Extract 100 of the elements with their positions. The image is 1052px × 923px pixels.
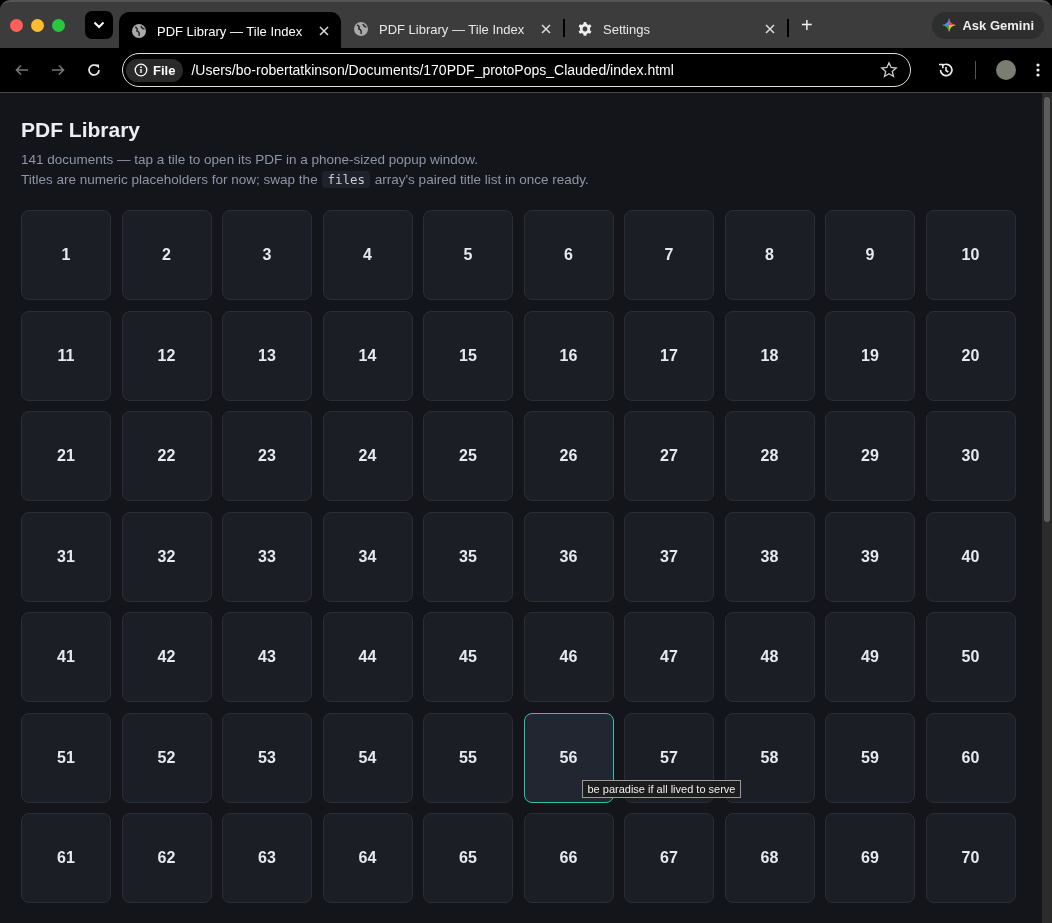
- document-tile[interactable]: 13: [222, 310, 312, 401]
- document-tile[interactable]: 1: [21, 210, 111, 300]
- bookmark-star-icon[interactable]: [880, 61, 898, 79]
- document-tile[interactable]: 47: [624, 612, 714, 702]
- document-tile[interactable]: 19: [825, 310, 915, 401]
- document-tile[interactable]: 27: [624, 411, 714, 501]
- document-tile[interactable]: 11: [21, 310, 111, 401]
- document-tile[interactable]: 69: [825, 813, 915, 903]
- scrollbar[interactable]: [1042, 93, 1052, 923]
- note-text: Titles are numeric placeholders for now; swap the files array's paired title list in once ready.: [21, 170, 590, 190]
- document-tile[interactable]: 34: [322, 511, 413, 602]
- document-tile[interactable]: 65: [423, 813, 513, 903]
- document-tile[interactable]: 30: [925, 411, 1016, 501]
- document-tile[interactable]: 68: [724, 813, 815, 903]
- document-tile[interactable]: 3: [222, 210, 312, 300]
- document-tile[interactable]: 22: [121, 411, 212, 501]
- ask-gemini-button[interactable]: Ask Gemini: [932, 11, 1044, 39]
- document-tile[interactable]: 62: [121, 813, 212, 903]
- document-tile[interactable]: 2: [121, 210, 212, 300]
- document-tile[interactable]: 49: [825, 612, 915, 702]
- document-tile[interactable]: 8: [724, 210, 815, 300]
- document-tile[interactable]: 63: [222, 813, 312, 903]
- gear-icon: [577, 21, 593, 37]
- document-tile[interactable]: 32: [121, 511, 212, 602]
- page-title: PDF Library: [21, 118, 142, 142]
- document-tile[interactable]: 28: [724, 411, 815, 501]
- document-tile[interactable]: 50: [925, 612, 1016, 702]
- document-tile[interactable]: 20: [925, 310, 1016, 401]
- forward-arrow-icon[interactable]: [50, 62, 66, 78]
- document-tile[interactable]: 51: [21, 712, 111, 803]
- file-label: File: [153, 62, 176, 78]
- document-tile[interactable]: 25: [423, 411, 513, 501]
- document-tile[interactable]: 10: [925, 210, 1016, 300]
- document-tile[interactable]: 31: [21, 511, 111, 602]
- document-tile[interactable]: 38: [724, 511, 815, 602]
- document-tile[interactable]: 66: [523, 813, 614, 903]
- document-tile[interactable]: 14: [322, 310, 413, 401]
- document-tile[interactable]: 44: [322, 612, 413, 702]
- document-tile[interactable]: 41: [21, 612, 111, 702]
- document-tile[interactable]: 23: [222, 411, 312, 501]
- browser-tab[interactable]: PDF Library — Tile Index: [119, 12, 341, 50]
- document-tile[interactable]: 16: [523, 310, 614, 401]
- document-tile[interactable]: 26: [523, 411, 614, 501]
- maximize-window-button[interactable]: [52, 18, 65, 32]
- close-tab-icon[interactable]: [765, 24, 775, 34]
- back-arrow-icon[interactable]: [14, 62, 30, 78]
- browser-tab[interactable]: Settings: [565, 12, 787, 46]
- document-tile[interactable]: 43: [222, 612, 312, 702]
- document-tile[interactable]: 54: [322, 712, 413, 803]
- document-tile[interactable]: 60: [925, 712, 1016, 803]
- document-tile[interactable]: 24: [322, 411, 413, 501]
- globe-icon: [353, 21, 369, 37]
- subtitle-text: 141 documents — tap a tile to open its PDF in a phone-sized popup window.: [21, 151, 480, 169]
- document-tile[interactable]: 18: [724, 310, 815, 401]
- document-tile[interactable]: 4: [322, 210, 413, 300]
- sparkle-icon: [942, 18, 957, 32]
- document-tile[interactable]: 5: [423, 210, 513, 300]
- more-menu-icon[interactable]: [1036, 62, 1040, 78]
- document-tile[interactable]: 40: [925, 511, 1016, 602]
- close-tab-icon[interactable]: [541, 24, 551, 34]
- document-tile[interactable]: 39: [825, 511, 915, 602]
- document-tile[interactable]: 21: [21, 411, 111, 501]
- document-tile[interactable]: 15: [423, 310, 513, 401]
- document-tile[interactable]: 70: [925, 813, 1016, 903]
- document-tile[interactable]: 9: [825, 210, 915, 300]
- document-tile[interactable]: 61: [21, 813, 111, 903]
- chevron-down-icon: [93, 21, 105, 29]
- browser-tab[interactable]: PDF Library — Tile Index: [341, 12, 563, 46]
- document-tile[interactable]: 55: [423, 712, 513, 803]
- document-tile[interactable]: 42: [121, 612, 212, 702]
- reload-icon[interactable]: [86, 62, 102, 78]
- scrollbar-thumb[interactable]: [1044, 97, 1050, 522]
- tab-list-button[interactable]: [85, 11, 113, 39]
- document-tile[interactable]: 59: [825, 712, 915, 803]
- document-tile[interactable]: 48: [724, 612, 815, 702]
- url-text: /Users/bo-robertatkinson/Documents/170PDF_protoPops_Clauded/index.html: [191, 62, 675, 78]
- history-icon[interactable]: [937, 61, 955, 79]
- document-tile[interactable]: 64: [322, 813, 413, 903]
- document-tile[interactable]: 6: [523, 210, 614, 300]
- document-tile[interactable]: 53: [222, 712, 312, 803]
- document-tile[interactable]: 67: [624, 813, 714, 903]
- new-tab-button[interactable]: +: [793, 13, 821, 37]
- minimize-window-button[interactable]: [31, 18, 44, 32]
- globe-icon: [131, 23, 147, 39]
- close-window-button[interactable]: [10, 18, 23, 32]
- document-tile[interactable]: 35: [423, 511, 513, 602]
- document-tile[interactable]: 46: [523, 612, 614, 702]
- document-tile[interactable]: 37: [624, 511, 714, 602]
- site-info-chip[interactable]: File: [126, 58, 184, 82]
- document-tile[interactable]: 45: [423, 612, 513, 702]
- info-icon: [134, 63, 148, 77]
- profile-avatar[interactable]: [996, 60, 1016, 80]
- document-tile[interactable]: 33: [222, 511, 312, 602]
- document-tile[interactable]: 36: [523, 511, 614, 602]
- document-tile[interactable]: 7: [624, 210, 714, 300]
- document-tile[interactable]: 29: [825, 411, 915, 501]
- document-tile[interactable]: 17: [624, 310, 714, 401]
- close-tab-icon[interactable]: [319, 26, 329, 36]
- document-tile[interactable]: 52: [121, 712, 212, 803]
- document-tile[interactable]: 12: [121, 310, 212, 401]
